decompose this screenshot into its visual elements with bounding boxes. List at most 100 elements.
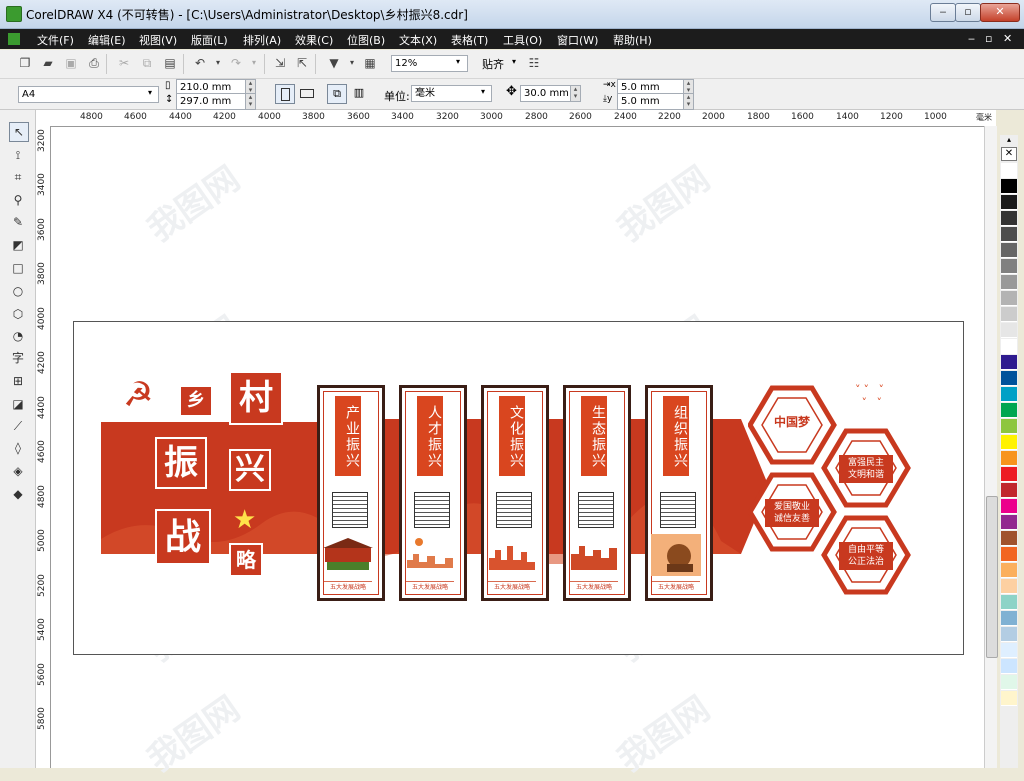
pick-tool-icon[interactable]: ↖	[9, 122, 29, 142]
menu-text[interactable]: 文本(X)	[399, 32, 437, 48]
interactive-fill-tool-icon[interactable]: ◆	[9, 485, 27, 503]
banner-panel-industry[interactable]: 产业振兴 五大发展战略	[317, 385, 385, 601]
color-swatch[interactable]	[1001, 499, 1017, 514]
welcome-screen-icon[interactable]: ▦	[362, 55, 378, 71]
cut-icon[interactable]: ✂	[116, 55, 132, 71]
color-swatch[interactable]	[1001, 403, 1017, 418]
ellipse-tool-icon[interactable]: ○	[9, 282, 27, 300]
landscape-button[interactable]	[298, 84, 316, 102]
freehand-tool-icon[interactable]: ✎	[9, 213, 27, 231]
duplicate-y-spinner[interactable]: ▴ ▾	[683, 93, 694, 110]
paper-type-select[interactable]: A4	[18, 86, 159, 103]
interactive-blend-tool-icon[interactable]: ◪	[9, 395, 27, 413]
table-tool-icon[interactable]: ⊞	[9, 372, 27, 390]
color-swatch[interactable]	[1001, 259, 1017, 274]
outline-tool-icon[interactable]: ◊	[9, 439, 27, 457]
color-swatch[interactable]	[1001, 243, 1017, 258]
menu-window[interactable]: 窗口(W)	[557, 32, 598, 48]
no-fill-swatch[interactable]: ✕	[1001, 147, 1017, 161]
close-button[interactable]: ✕	[980, 3, 1020, 22]
portrait-button[interactable]	[275, 84, 295, 104]
menu-layout[interactable]: 版面(L)	[191, 32, 228, 48]
color-swatch[interactable]	[1001, 563, 1017, 578]
color-swatch[interactable]	[1001, 227, 1017, 242]
application-launcher-icon[interactable]: ▼	[326, 55, 342, 71]
zoom-tool-icon[interactable]: ⚲	[9, 191, 27, 209]
paper-dropdown-icon[interactable]: ▾	[148, 88, 152, 97]
nudge-distance-field[interactable]: 30.0 mm	[520, 85, 571, 102]
color-swatch[interactable]	[1001, 451, 1017, 466]
color-swatch[interactable]	[1001, 355, 1017, 370]
banner-panel-talent[interactable]: 人才振兴 五大发展战略	[399, 385, 467, 601]
color-swatch[interactable]	[1001, 547, 1017, 562]
color-swatch[interactable]	[1001, 291, 1017, 306]
units-select[interactable]: 毫米	[411, 85, 492, 102]
color-swatch[interactable]	[1001, 211, 1017, 226]
menu-effects[interactable]: 效果(C)	[295, 32, 333, 48]
menu-tools[interactable]: 工具(O)	[503, 32, 542, 48]
snap-to-button[interactable]: 贴齐	[482, 56, 504, 72]
palette-scroll-up-icon[interactable]: ▴	[1001, 135, 1017, 145]
doc-close-button[interactable]: ✕	[1003, 32, 1012, 45]
shape-tool-icon[interactable]: ⟟	[9, 146, 27, 164]
color-swatch[interactable]	[1001, 179, 1017, 194]
fill-tool-icon[interactable]: ◈	[9, 462, 27, 480]
color-swatch[interactable]	[1001, 419, 1017, 434]
redo-icon[interactable]: ↷	[228, 55, 244, 71]
basic-shapes-tool-icon[interactable]: ◔	[9, 327, 27, 345]
undo-icon[interactable]: ↶	[192, 55, 208, 71]
vertical-ruler[interactable]: 3200 3400 3600 3800 4000 4200 4400 4600 …	[36, 126, 51, 768]
crop-tool-icon[interactable]: ⌗	[9, 168, 27, 186]
color-swatch[interactable]	[1001, 371, 1017, 386]
copy-icon[interactable]: ⧉	[139, 55, 155, 71]
minimize-button[interactable]: ‒	[930, 3, 956, 22]
color-swatch[interactable]	[1001, 435, 1017, 450]
duplicate-y-field[interactable]: 5.0 mm	[617, 93, 684, 110]
page-height-field[interactable]: 297.0 mm	[176, 93, 247, 110]
units-dropdown-icon[interactable]: ▾	[481, 87, 485, 96]
doc-minimize-button[interactable]: ‒	[968, 32, 975, 45]
banner-panel-ecology[interactable]: 生态振兴 五大发展战略	[563, 385, 631, 601]
color-swatch[interactable]	[1001, 675, 1017, 690]
color-swatch[interactable]	[1001, 691, 1017, 706]
color-swatch[interactable]	[1001, 627, 1017, 642]
save-icon[interactable]: ▣	[63, 55, 79, 71]
open-folder-icon[interactable]: ▰	[40, 55, 56, 71]
color-swatch[interactable]	[1001, 275, 1017, 290]
color-swatch[interactable]	[1001, 611, 1017, 626]
print-icon[interactable]: ⎙	[86, 55, 102, 71]
color-swatch[interactable]	[1001, 659, 1017, 674]
menu-file[interactable]: 文件(F)	[37, 32, 74, 48]
color-swatch[interactable]	[1001, 531, 1017, 546]
color-swatch[interactable]	[1001, 483, 1017, 498]
color-swatch[interactable]	[1001, 339, 1017, 354]
color-swatch[interactable]	[1001, 579, 1017, 594]
nudge-spinner[interactable]: ▴ ▾	[570, 85, 581, 102]
polygon-tool-icon[interactable]: ⬡	[9, 305, 27, 323]
text-tool-icon[interactable]: 字	[9, 349, 27, 367]
color-swatch[interactable]	[1001, 595, 1017, 610]
maximize-button[interactable]: ▫	[955, 3, 981, 22]
banner-panel-culture[interactable]: 文化振兴 五大发展战略	[481, 385, 549, 601]
color-swatch[interactable]	[1001, 323, 1017, 338]
color-swatch[interactable]	[1001, 195, 1017, 210]
new-file-icon[interactable]: ❐	[17, 55, 33, 71]
color-swatch[interactable]	[1001, 467, 1017, 482]
menu-bitmaps[interactable]: 位图(B)	[347, 32, 385, 48]
vertical-scrollbar[interactable]	[984, 126, 998, 768]
color-swatch[interactable]	[1001, 643, 1017, 658]
export-icon[interactable]: ⇱	[294, 55, 310, 71]
color-swatch[interactable]	[1001, 307, 1017, 322]
horizontal-ruler[interactable]: 4800 4600 4400 4200 4000 3800 3600 3400 …	[36, 110, 996, 127]
drawing-canvas[interactable]: 我图网 我图网 我图网 我图网 我图网 我图网 我图网 我图网 ☭ 乡 村 振 …	[51, 127, 996, 780]
undo-dropdown-icon[interactable]: ▾	[210, 55, 226, 71]
banner-panel-organization[interactable]: 组织振兴 五大发展战略	[645, 385, 713, 601]
import-icon[interactable]: ⇲	[272, 55, 288, 71]
color-swatch[interactable]	[1001, 515, 1017, 530]
launcher-dropdown-icon[interactable]: ▾	[344, 55, 360, 71]
menu-help[interactable]: 帮助(H)	[613, 32, 652, 48]
current-page-icon[interactable]: ▥	[350, 84, 368, 102]
menu-arrange[interactable]: 排列(A)	[243, 32, 281, 48]
eyedropper-tool-icon[interactable]: ⟋	[9, 417, 27, 435]
zoom-dropdown-icon[interactable]: ▾	[456, 57, 460, 66]
